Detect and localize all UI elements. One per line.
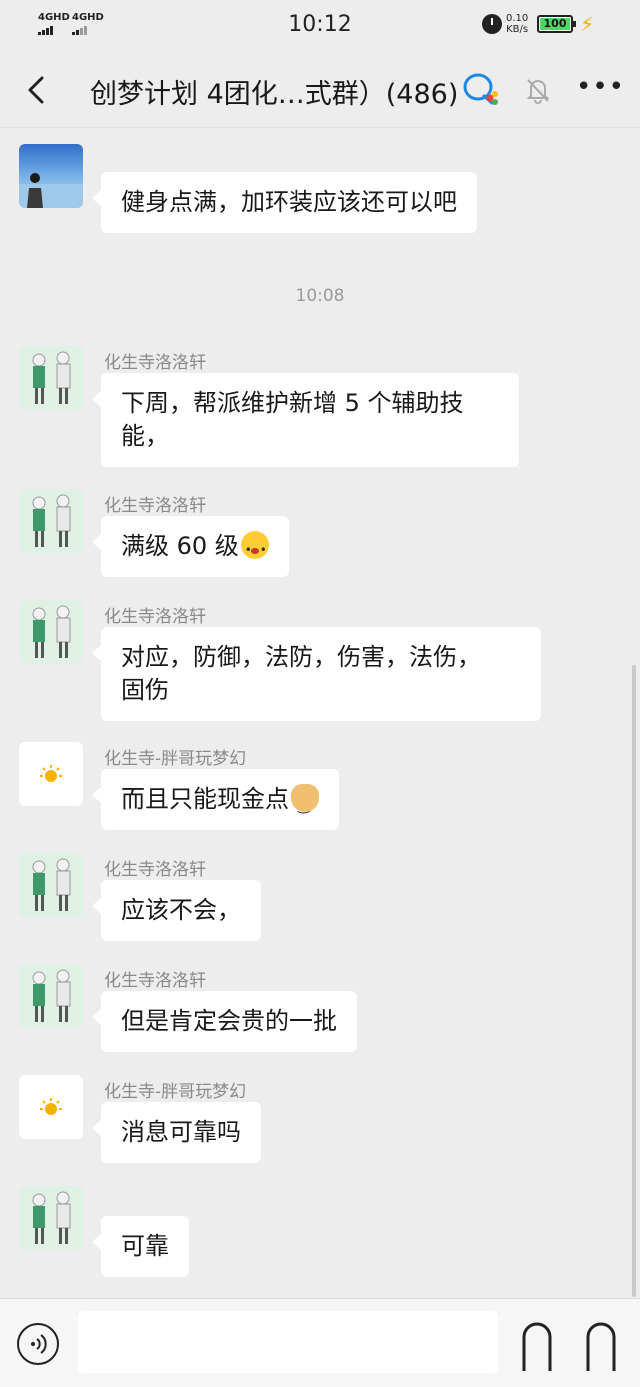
message-input[interactable]: [78, 1311, 498, 1373]
input-bar: [0, 1298, 640, 1387]
message-bubble[interactable]: 但是肯定会贵的一批: [92, 991, 357, 1052]
message-bubble[interactable]: 可靠: [92, 1216, 189, 1277]
battery-icon: 100: [537, 15, 576, 33]
message-bubble[interactable]: 满级 60 级: [92, 516, 289, 577]
sender-name: 化生寺洛洛轩: [104, 607, 206, 627]
back-icon[interactable]: [24, 72, 56, 108]
voice-icon[interactable]: [17, 1323, 59, 1365]
sender-name: 化生寺-胖哥玩梦幻: [104, 749, 247, 769]
sender-name: 化生寺洛洛轩: [104, 971, 206, 991]
avatar[interactable]: [19, 1075, 83, 1139]
message-text-line: 下周，帮派维护新增 5 个辅助技: [121, 389, 464, 417]
avatar[interactable]: [19, 600, 83, 664]
mute-bell-icon[interactable]: [524, 76, 552, 104]
message-bubble[interactable]: 消息可靠吗: [92, 1102, 261, 1163]
more-icon[interactable]: •••: [576, 72, 624, 108]
message-bubble[interactable]: 下周，帮派维护新增 5 个辅助技 能，: [92, 373, 519, 467]
network-speed-unit: KB/s: [506, 24, 529, 35]
network-speed: 0.10 KB/s: [506, 13, 528, 35]
message-text-line: 能，: [121, 422, 169, 450]
scrollbar[interactable]: [632, 665, 636, 1297]
message-bubble[interactable]: 应该不会，: [92, 880, 261, 941]
message-bubble[interactable]: 对应，防御，法防，伤害，法伤， 固伤: [92, 627, 541, 721]
qq-icon[interactable]: [462, 72, 500, 108]
sender-name: 化生寺-胖哥玩梦幻: [104, 1082, 247, 1102]
emoji-icon[interactable]: [520, 1321, 554, 1371]
avatar[interactable]: [19, 853, 83, 917]
message-text-line: 对应，防御，法防，伤害，法伤，: [121, 643, 481, 671]
avatar[interactable]: [19, 144, 83, 208]
message-list[interactable]: 健身点满，加环装应该还可以吧 10:08 化生寺洛洛轩 下周，帮派维护新增 5 …: [0, 128, 640, 1298]
status-bar: 4GHD 4GHD 10:12 0.10 KB/s 100 ⚡: [0, 0, 640, 52]
message-text: 满级 60 级: [121, 532, 239, 560]
avatar[interactable]: [19, 346, 83, 410]
chat-title[interactable]: 创梦计划 4团化…式群）(486): [90, 72, 458, 111]
plus-icon[interactable]: [584, 1321, 618, 1371]
sender-name: 化生寺洛洛轩: [104, 353, 206, 373]
timestamp: 10:08: [295, 286, 345, 306]
avatar[interactable]: [19, 1186, 83, 1250]
doge-face-icon: [291, 784, 319, 823]
battery-level: 100: [540, 18, 570, 30]
message-bubble[interactable]: 健身点满，加环装应该还可以吧: [92, 172, 477, 233]
avatar[interactable]: [19, 489, 83, 553]
alarm-icon: [482, 14, 502, 34]
message-text-line: 固伤: [121, 676, 169, 704]
sender-name: 化生寺洛洛轩: [104, 496, 206, 516]
sender-name: 化生寺洛洛轩: [104, 860, 206, 880]
chat-header: 创梦计划 4团化…式群）(486) •••: [0, 52, 640, 128]
network-speed-value: 0.10: [506, 13, 529, 24]
message-text: 而且只能现金点: [121, 785, 289, 813]
charging-icon: ⚡: [580, 12, 595, 36]
avatar[interactable]: [19, 964, 83, 1028]
message-bubble[interactable]: 而且只能现金点: [92, 769, 339, 830]
avatar[interactable]: [19, 742, 83, 806]
flushed-face-icon: [240, 531, 269, 567]
